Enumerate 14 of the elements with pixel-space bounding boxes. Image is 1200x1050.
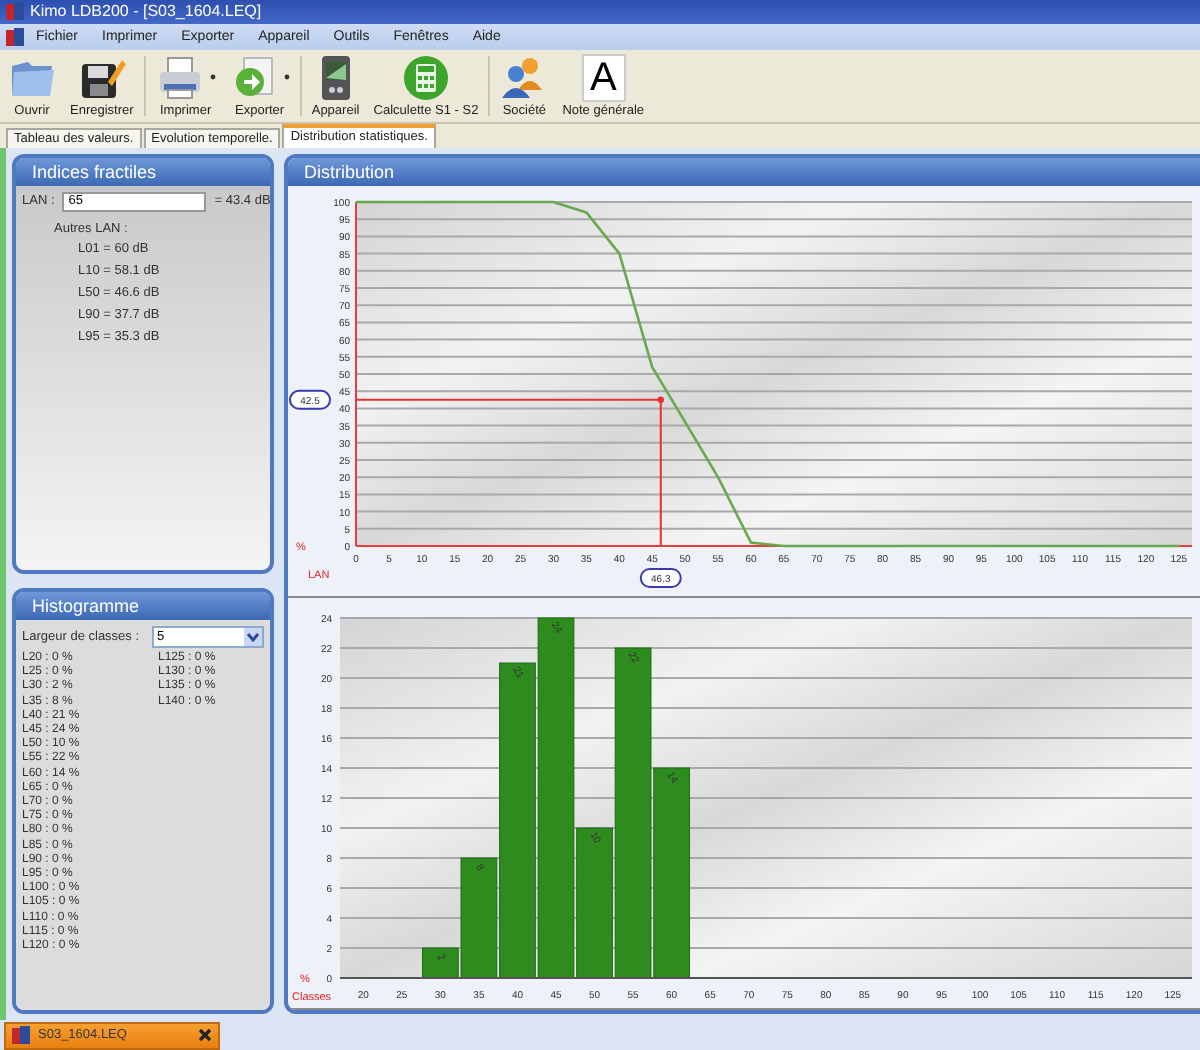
window-title: Kimo LDB200 - [S03_1604.LEQ] [30,2,262,21]
panel-header: Indices fractiles [16,157,270,186]
panel-header: Distribution [288,157,1200,186]
document-icon [12,1026,30,1044]
close-icon [198,1028,212,1042]
app-icon [6,2,24,21]
panel-header: Histogramme [16,591,270,620]
dropdown-dot-icon [283,74,290,81]
calculator-icon [401,53,450,102]
printer-icon [155,53,204,102]
letter-icon: A [581,53,626,102]
dropdown-dot-icon [209,74,216,81]
document-icon [6,27,24,46]
chevron-down-icon [244,627,262,646]
